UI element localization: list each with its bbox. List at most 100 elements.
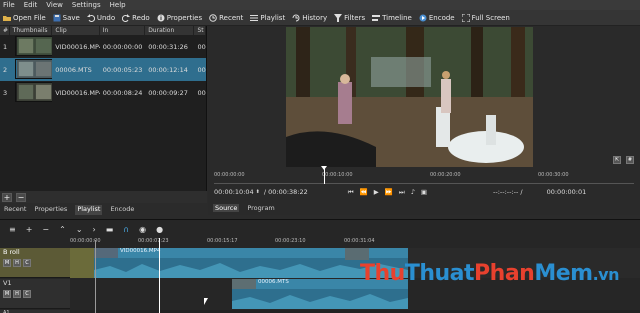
remove-clip-button[interactable]: − [16, 192, 26, 202]
tab-playlist[interactable]: Playlist [75, 205, 103, 215]
clock-icon [209, 13, 217, 22]
composite-button[interactable]: C [23, 259, 31, 267]
encode-button[interactable]: Encode [419, 14, 455, 22]
clip-thumbnail [14, 81, 53, 102]
col-clip[interactable]: Clip [52, 26, 100, 35]
timeline-menu-icon[interactable]: ≡ [9, 225, 16, 234]
encode-icon [419, 14, 427, 21]
menu-view[interactable]: View [46, 1, 63, 9]
skip-previous-icon[interactable]: ⏮ [348, 188, 354, 197]
rewind-icon[interactable]: ⏪ [360, 188, 368, 196]
tab-source[interactable]: Source [213, 204, 240, 212]
zoom-fit-button[interactable]: ⇱ [613, 156, 621, 164]
timeline-icon [372, 14, 381, 21]
undo-icon [86, 13, 95, 22]
transport-controls: 00:00:10:04 ⬍ / 00:00:38:22 ⏮ ⏪ ▶ ⏩ ⏭ ♪ … [208, 186, 640, 198]
full-screen-button[interactable]: Full Screen [461, 13, 510, 22]
fullscreen-icon [461, 13, 470, 22]
split-icon[interactable]: › [93, 225, 96, 234]
redo-button[interactable]: Redo [122, 13, 150, 22]
site-watermark: ThuThuatPhanMem.vn [360, 261, 620, 286]
composite-button[interactable]: C [23, 290, 31, 298]
recent-button[interactable]: Recent [209, 14, 243, 22]
playlist-button[interactable]: Playlist [250, 14, 285, 22]
tab-encode[interactable]: Encode [110, 205, 134, 215]
main-toolbar: Open File Save Undo Redo Properties Rece… [0, 10, 640, 26]
remove-icon[interactable]: − [42, 225, 49, 234]
zoom-slider-handle[interactable]: ● [156, 225, 163, 234]
mute-button[interactable]: M [3, 259, 11, 267]
viewer-playhead[interactable] [324, 168, 325, 184]
mouse-cursor-icon [204, 298, 208, 305]
timeline-playhead[interactable] [159, 238, 160, 313]
add-clip-button[interactable]: + [2, 192, 12, 202]
playlist-row[interactable]: 2 00006.MTS 00:00:05:23 00:00:12:14 00 [0, 58, 206, 81]
folder-icon [3, 15, 11, 21]
lift-icon[interactable]: ⌃ [59, 225, 66, 234]
viewer-tabs: Source Program [213, 204, 275, 212]
playlist-controls: + − [0, 191, 207, 203]
menu-edit[interactable]: Edit [24, 1, 38, 9]
menu-settings[interactable]: Settings [72, 1, 101, 9]
track-header-b-roll[interactable]: B roll M H C [0, 248, 70, 278]
playlist-row[interactable]: 1 VID00016.MP4 00:00:00:00 00:00:31:26 0… [0, 35, 206, 58]
hide-button[interactable]: H [13, 290, 21, 298]
list-icon [250, 14, 259, 21]
position-spinner-icon[interactable]: ⬍ [256, 189, 260, 195]
timeline-toolbar: ≡ + − ⌃ ⌄ › ▬ ∩ ◉ ● [0, 223, 640, 235]
menu-file[interactable]: File [3, 1, 15, 9]
col-in[interactable]: In [100, 26, 146, 35]
skip-next-icon[interactable]: ⏭ [399, 188, 405, 197]
position-timecode[interactable]: 00:00:10:04 [214, 188, 254, 196]
video-frame[interactable] [286, 27, 533, 167]
left-panel-tabs: Recent Properties Playlist Encode [0, 205, 207, 215]
save-icon [53, 14, 61, 21]
clip-thumbnail [14, 35, 53, 56]
playlist-row[interactable]: 3 VID00016.MP4 00:00:08:24 00:00:09:27 0… [0, 81, 206, 104]
duration-timecode: / 00:00:38:22 [263, 188, 308, 196]
hide-button[interactable]: H [13, 259, 21, 267]
tab-recent[interactable]: Recent [4, 205, 26, 215]
filters-button[interactable]: Filters [334, 13, 365, 22]
history-button[interactable]: History [292, 14, 327, 22]
viewer-ruler[interactable]: 00:00:00:00 00:00:10:00 00:00:20:00 00:0… [214, 172, 634, 184]
timeline-button[interactable]: Timeline [372, 14, 412, 22]
timeline-ruler[interactable]: 00:00:00:00 00:00:07:23 00:00:15:17 00:0… [70, 238, 640, 246]
playlist-panel: # Thumbnails Clip In Duration St 1 VID00… [0, 26, 207, 191]
clip-thumbnail [14, 58, 53, 79]
append-icon[interactable]: + [26, 225, 33, 234]
tab-properties[interactable]: Properties [34, 205, 67, 215]
undo-button[interactable]: Undo [86, 13, 115, 22]
clip-label-v1: 00006.MTS [258, 279, 289, 285]
in-point: --:--:--:-- / [493, 188, 523, 196]
track-header-v1[interactable]: V1 M H C [0, 279, 70, 309]
menu-help[interactable]: Help [110, 1, 126, 9]
save-button[interactable]: Save [53, 14, 80, 22]
playlist-header: # Thumbnails Clip In Duration St [0, 26, 206, 35]
play-icon[interactable]: ▶ [374, 188, 379, 196]
clip-label-broll: VID00016.MP4 [120, 248, 161, 254]
mute-button[interactable]: M [3, 290, 11, 298]
fast-forward-icon[interactable]: ⏩ [385, 188, 393, 196]
zoom-icon[interactable]: ▣ [421, 188, 427, 196]
col-start[interactable]: St [194, 26, 206, 35]
menu-bar: File Edit View Settings Help [0, 0, 640, 10]
timeline-scroll-marker [95, 240, 96, 313]
col-duration[interactable]: Duration [145, 26, 195, 35]
out-point: 00:00:00:01 [546, 188, 587, 196]
video-viewer: ⇱ # 00:00:00:00 00:00:10:00 00:00:20:00 … [208, 26, 640, 215]
grid-toggle-button[interactable]: # [626, 156, 634, 164]
volume-icon[interactable]: ♪ [411, 188, 415, 196]
open-file-button[interactable]: Open File [3, 14, 46, 22]
snap-icon[interactable]: ▬ [106, 225, 114, 234]
col-number[interactable]: # [0, 26, 10, 35]
properties-button[interactable]: Properties [157, 14, 202, 22]
info-icon [157, 14, 165, 21]
scrub-icon[interactable]: ◉ [139, 225, 146, 234]
history-icon [292, 14, 300, 21]
tab-program[interactable]: Program [247, 204, 274, 212]
redo-icon [122, 13, 131, 22]
overwrite-icon[interactable]: ⌄ [76, 225, 83, 234]
col-thumbnails[interactable]: Thumbnails [10, 26, 53, 35]
magnet-icon[interactable]: ∩ [123, 225, 129, 234]
